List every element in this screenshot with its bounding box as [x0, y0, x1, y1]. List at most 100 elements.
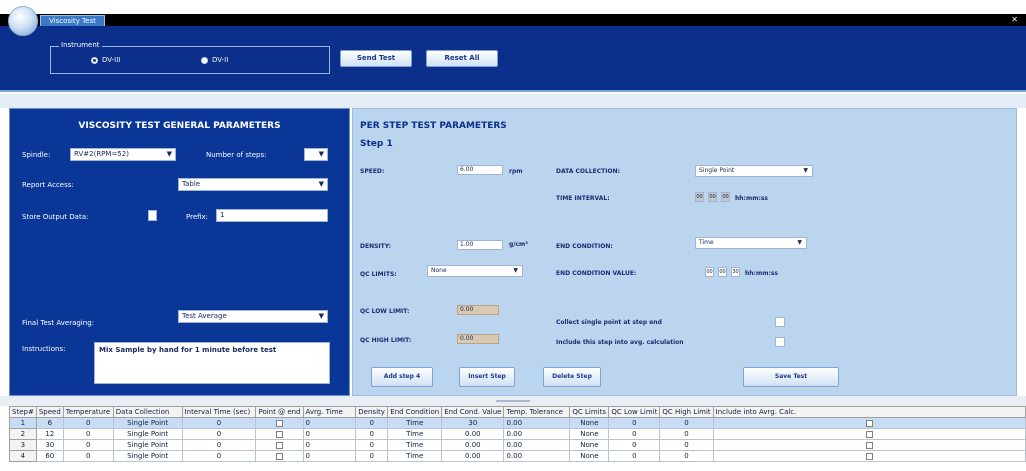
table-cell[interactable]: Time [387, 450, 443, 462]
table-cell[interactable]: 30 [35, 439, 64, 451]
table-cell[interactable]: 0 [302, 428, 357, 440]
end-seconds-input[interactable]: 30 [731, 267, 740, 277]
table-cell[interactable]: None [569, 417, 610, 429]
table-cell[interactable]: 0.00 [503, 450, 571, 462]
table-cell[interactable]: 0 [181, 450, 257, 462]
close-icon[interactable]: ✕ [1011, 14, 1018, 26]
prefix-input[interactable]: 1 [216, 209, 328, 222]
checkbox-icon[interactable] [865, 452, 873, 460]
table-cell[interactable]: 0 [181, 439, 257, 451]
table-cell[interactable]: 0 [62, 450, 114, 462]
column-header[interactable]: Density [355, 406, 389, 418]
checkbox-icon[interactable] [865, 419, 873, 427]
table-cell[interactable]: Single Point [112, 428, 183, 440]
table-cell[interactable]: 4 [9, 450, 37, 462]
add-step-button[interactable]: Add step 4 [371, 367, 433, 387]
column-header[interactable]: QC Low Limit [608, 406, 661, 418]
column-header[interactable]: Step# [9, 406, 37, 418]
end-condition-select[interactable]: Time ▼ [695, 237, 807, 249]
column-header[interactable]: Temperature [62, 406, 114, 418]
table-cell[interactable]: 0.00 [441, 428, 505, 440]
column-header[interactable]: Avrg. Time [302, 406, 357, 418]
reset-all-button[interactable]: Reset All [426, 50, 498, 67]
end-minutes-input[interactable]: 00 [718, 267, 727, 277]
table-cell[interactable]: 0 [608, 450, 661, 462]
column-header[interactable]: End Cond. Value [441, 406, 505, 418]
checkbox-icon[interactable] [865, 430, 873, 438]
table-cell[interactable]: 0 [302, 450, 357, 462]
qc-low-input[interactable]: 0.00 [457, 305, 499, 315]
column-header[interactable]: Temp. Tolerance [503, 406, 571, 418]
end-hours-input[interactable]: 00 [705, 267, 714, 277]
table-cell[interactable]: Time [387, 428, 443, 440]
table-cell[interactable]: 0 [355, 439, 389, 451]
table-cell[interactable]: Single Point [112, 439, 183, 451]
table-cell[interactable]: 0.00 [441, 450, 505, 462]
table-cell[interactable]: Single Point [112, 417, 183, 429]
column-header[interactable]: Interval Time (sec) [181, 406, 257, 418]
table-checkbox-cell[interactable] [255, 428, 304, 440]
table-checkbox-cell[interactable] [712, 439, 1026, 451]
table-cell[interactable]: 0 [608, 428, 661, 440]
table-cell[interactable]: 0 [62, 417, 114, 429]
table-cell[interactable]: 0.00 [503, 439, 571, 451]
table-cell[interactable]: 30 [441, 417, 505, 429]
density-input[interactable]: 1.00 [457, 240, 503, 250]
table-cell[interactable]: 0 [608, 439, 661, 451]
send-test-button[interactable]: Send Test [340, 50, 412, 67]
interval-hours-input[interactable]: 00 [695, 192, 704, 202]
table-cell[interactable]: Time [387, 417, 443, 429]
table-cell[interactable]: 0.00 [503, 428, 571, 440]
checkbox-icon[interactable] [276, 419, 283, 427]
num-steps-select[interactable]: ▼ [304, 148, 328, 161]
qc-limits-select[interactable]: None ▼ [427, 265, 523, 277]
store-output-checkbox[interactable] [148, 210, 157, 221]
table-checkbox-cell[interactable] [255, 417, 304, 429]
checkbox-icon[interactable] [865, 441, 873, 449]
report-access-select[interactable]: Table ▼ [178, 178, 328, 191]
table-cell[interactable]: 0 [659, 450, 714, 462]
checkbox-icon[interactable] [276, 441, 283, 449]
table-cell[interactable]: Time [387, 439, 443, 451]
table-cell[interactable]: 60 [35, 450, 64, 462]
column-header[interactable]: Include into Avrg. Calc. [712, 406, 1026, 418]
delete-step-button[interactable]: Delete Step [543, 367, 601, 387]
final-averaging-select[interactable]: Test Average ▼ [178, 310, 328, 323]
table-cell[interactable]: 0 [181, 417, 257, 429]
table-cell[interactable]: 0 [355, 428, 389, 440]
data-collection-select[interactable]: Single Point ▼ [695, 165, 813, 177]
panel-splitter[interactable] [0, 396, 1026, 406]
table-cell[interactable]: Single Point [112, 450, 183, 462]
table-cell[interactable]: 12 [35, 428, 64, 440]
table-checkbox-cell[interactable] [255, 450, 304, 462]
table-cell[interactable]: 6 [35, 417, 64, 429]
table-cell[interactable]: 0.00 [503, 417, 571, 429]
table-cell[interactable]: None [569, 439, 610, 451]
table-cell[interactable]: None [569, 450, 610, 462]
table-cell[interactable]: 0 [608, 417, 661, 429]
tab-viscosity-test[interactable]: Viscosity Test [40, 15, 105, 26]
table-cell[interactable]: 0.00 [441, 439, 505, 451]
table-cell[interactable]: 0 [62, 439, 114, 451]
interval-minutes-input[interactable]: 00 [708, 192, 717, 202]
table-cell[interactable]: 0 [355, 417, 389, 429]
table-cell[interactable]: 3 [9, 439, 37, 451]
table-row[interactable]: 4 60 0 Single Point 0 0 0 Time 0.00 0.00 None 0 0 [9, 450, 1026, 462]
table-cell[interactable]: 0 [302, 417, 357, 429]
column-header[interactable]: Speed [35, 406, 64, 418]
column-header[interactable]: End Condition [387, 406, 443, 418]
column-header[interactable]: QC High Limit [659, 406, 714, 418]
table-checkbox-cell[interactable] [712, 428, 1026, 440]
spindle-select[interactable]: RV#2(RPM=52) ▼ [70, 148, 176, 161]
table-row[interactable]: 2 12 0 Single Point 0 0 0 Time 0.00 0.00 None 0 0 [9, 428, 1026, 440]
speed-input[interactable]: 6.00 [457, 165, 503, 175]
table-cell[interactable]: 0 [302, 439, 357, 451]
column-header[interactable]: QC Limits [569, 406, 610, 418]
table-cell[interactable]: 0 [659, 417, 714, 429]
table-cell[interactable]: 0 [181, 428, 257, 440]
table-cell[interactable]: 0 [62, 428, 114, 440]
radio-dv2[interactable]: DV-II [201, 56, 228, 64]
table-row[interactable]: 1 6 0 Single Point 0 0 0 Time 30 0.00 None 0 0 [9, 417, 1026, 429]
table-cell[interactable]: 0 [355, 450, 389, 462]
table-cell[interactable]: 0 [659, 428, 714, 440]
